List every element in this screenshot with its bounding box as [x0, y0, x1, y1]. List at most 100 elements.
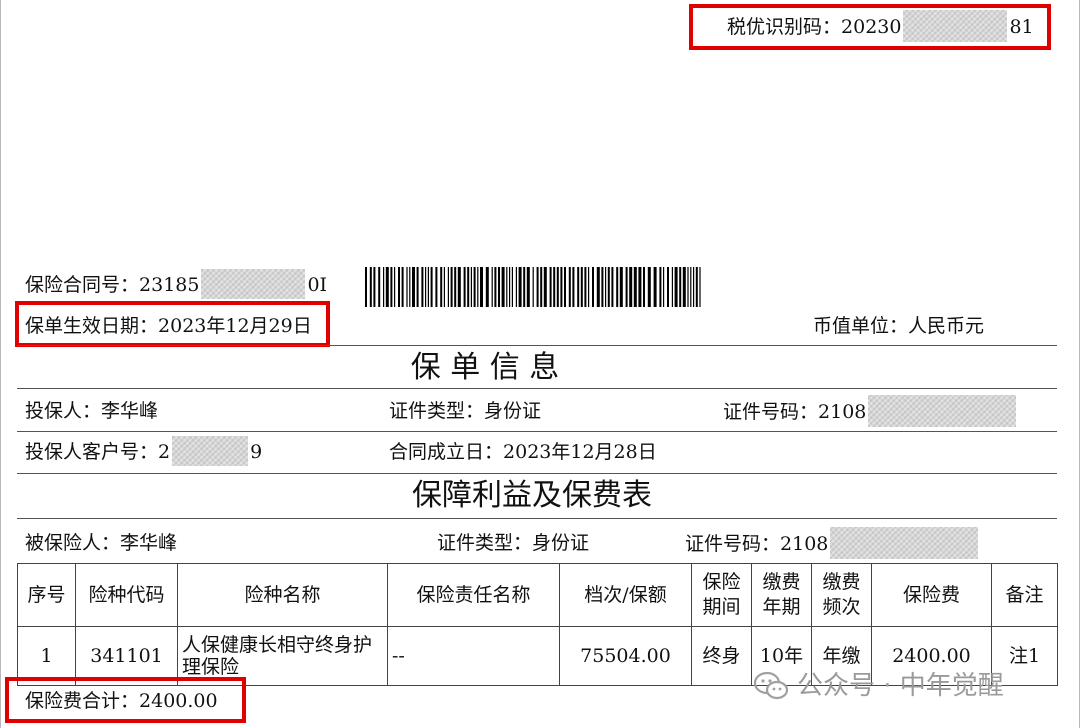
barcode-bar: [584, 267, 587, 307]
barcode-bar: [467, 267, 470, 307]
barcode-bar: [443, 267, 445, 307]
barcode-bar: [638, 267, 642, 307]
barcode-bar: [695, 267, 698, 307]
id-type-value: 身份证: [484, 400, 542, 422]
barcode-bar: [687, 267, 689, 307]
column-header: 缴费频次: [811, 563, 872, 627]
watermark: 公众号 · 中年觉醒: [753, 666, 1004, 706]
barcode-bar: [425, 267, 427, 307]
highlight-box-tax-code: [689, 4, 1051, 50]
contract-number-prefix: 23185: [139, 274, 200, 296]
contract-number-suffix: 0I: [307, 274, 328, 296]
barcode-bar: [515, 267, 517, 307]
barcode-bar: [577, 267, 580, 307]
insured-id-type: 证件类型：身份证: [437, 531, 589, 555]
barcode-bar: [378, 267, 381, 307]
barcode-bar: [699, 267, 701, 307]
insured-person: 被保险人：李华峰: [25, 531, 177, 555]
column-header: 险种名称: [177, 563, 388, 627]
id-number-label: 证件号码：: [723, 401, 819, 423]
barcode-bar: [518, 267, 522, 307]
barcode-bar: [383, 267, 385, 307]
barcode-bar: [663, 267, 665, 307]
barcode-bar: [430, 267, 433, 307]
barcode-bar: [440, 267, 443, 307]
barcode-bar: [390, 267, 393, 307]
barcode-bar: [674, 267, 678, 307]
wechat-icon: [753, 671, 789, 700]
barcode-bar: [564, 267, 566, 307]
barcode-bar: [659, 267, 662, 307]
barcode-bar: [398, 267, 400, 307]
barcode-bar: [385, 267, 389, 307]
redaction-mask: [830, 527, 979, 559]
barcode-bar: [447, 267, 449, 307]
barcode-bar: [473, 267, 476, 307]
barcode-bar: [588, 267, 590, 307]
redaction-mask: [868, 395, 1017, 427]
barcode-bar: [568, 267, 571, 307]
established-label: 合同成立日：: [389, 441, 504, 463]
contract-established-date: 合同成立日：2023年12月28日: [389, 440, 657, 464]
insured-value: 李华峰: [120, 532, 178, 554]
barcode-bar: [463, 267, 466, 307]
barcode-bar: [616, 267, 619, 307]
insured-label: 被保险人：: [25, 532, 121, 554]
currency-value: 人民币元: [908, 315, 985, 337]
divider: [17, 388, 1057, 389]
column-header: 备注: [991, 563, 1058, 627]
barcode-bar: [394, 267, 396, 307]
barcode-bar: [629, 267, 633, 307]
divider: [17, 518, 1057, 519]
applicant-id-type: 证件类型：身份证: [389, 399, 541, 423]
barcode-bar: [498, 267, 500, 307]
column-header: 序号: [17, 563, 76, 627]
customer-number-label: 投保人客户号：: [25, 441, 159, 463]
applicant-customer-number: 投保人客户号：2 9: [25, 436, 262, 466]
barcode-bar: [427, 267, 429, 307]
barcode-bar: [605, 267, 607, 307]
currency-label: 币值单位：: [813, 315, 909, 337]
barcode-bar: [523, 267, 526, 307]
applicant: 投保人：李华峰: [25, 399, 158, 423]
barcode-bar: [625, 267, 628, 307]
barcode-bar: [506, 267, 508, 307]
barcode-bar: [532, 267, 534, 307]
column-header: 缴费年期: [751, 563, 812, 627]
currency-unit: 币值单位：人民币元: [813, 314, 984, 338]
customer-number-prefix: 2: [158, 441, 171, 463]
barcode-bar: [682, 267, 686, 307]
barcode-bar: [560, 267, 563, 307]
barcode-bar: [409, 267, 411, 307]
column-header: 档次/保额: [559, 563, 692, 627]
barcode-bar: [671, 267, 673, 307]
column-header: 险种代码: [75, 563, 178, 627]
id-number-prefix: 2108: [818, 401, 867, 423]
insured-id-number: 证件号码：2108: [685, 527, 979, 559]
barcode-bar: [596, 267, 600, 307]
table-cell: 终身: [691, 626, 752, 686]
barcode-bar: [406, 267, 408, 307]
applicant-id-number: 证件号码：2108: [723, 395, 1017, 427]
barcode-bar: [480, 267, 483, 307]
insured-id-type-value: 身份证: [532, 532, 590, 554]
redaction-mask: [172, 436, 249, 466]
barcode-bar: [592, 267, 594, 307]
barcode-bar: [540, 267, 543, 307]
barcode-bar: [556, 267, 559, 307]
watermark-text: 公众号 · 中年觉醒: [797, 671, 1004, 701]
table-header-row: 序号 险种代码 险种名称 保险责任名称 档次/保额 保险期间 缴费年期 缴费频次…: [17, 563, 1058, 627]
insured-id-number-prefix: 2108: [780, 533, 829, 555]
barcode-bar: [454, 267, 457, 307]
table-cell: 75504.00: [559, 626, 692, 686]
barcode-bar: [543, 267, 547, 307]
applicant-label: 投保人：: [25, 400, 102, 422]
barcode-bar: [690, 267, 692, 307]
barcode-bar: [619, 267, 623, 307]
divider: [17, 473, 1057, 474]
barcode-bar: [643, 267, 645, 307]
column-header: 保险责任名称: [387, 563, 560, 627]
barcode-bar: [421, 267, 424, 307]
applicant-value: 李华峰: [101, 400, 159, 422]
barcode-bar: [369, 267, 372, 307]
